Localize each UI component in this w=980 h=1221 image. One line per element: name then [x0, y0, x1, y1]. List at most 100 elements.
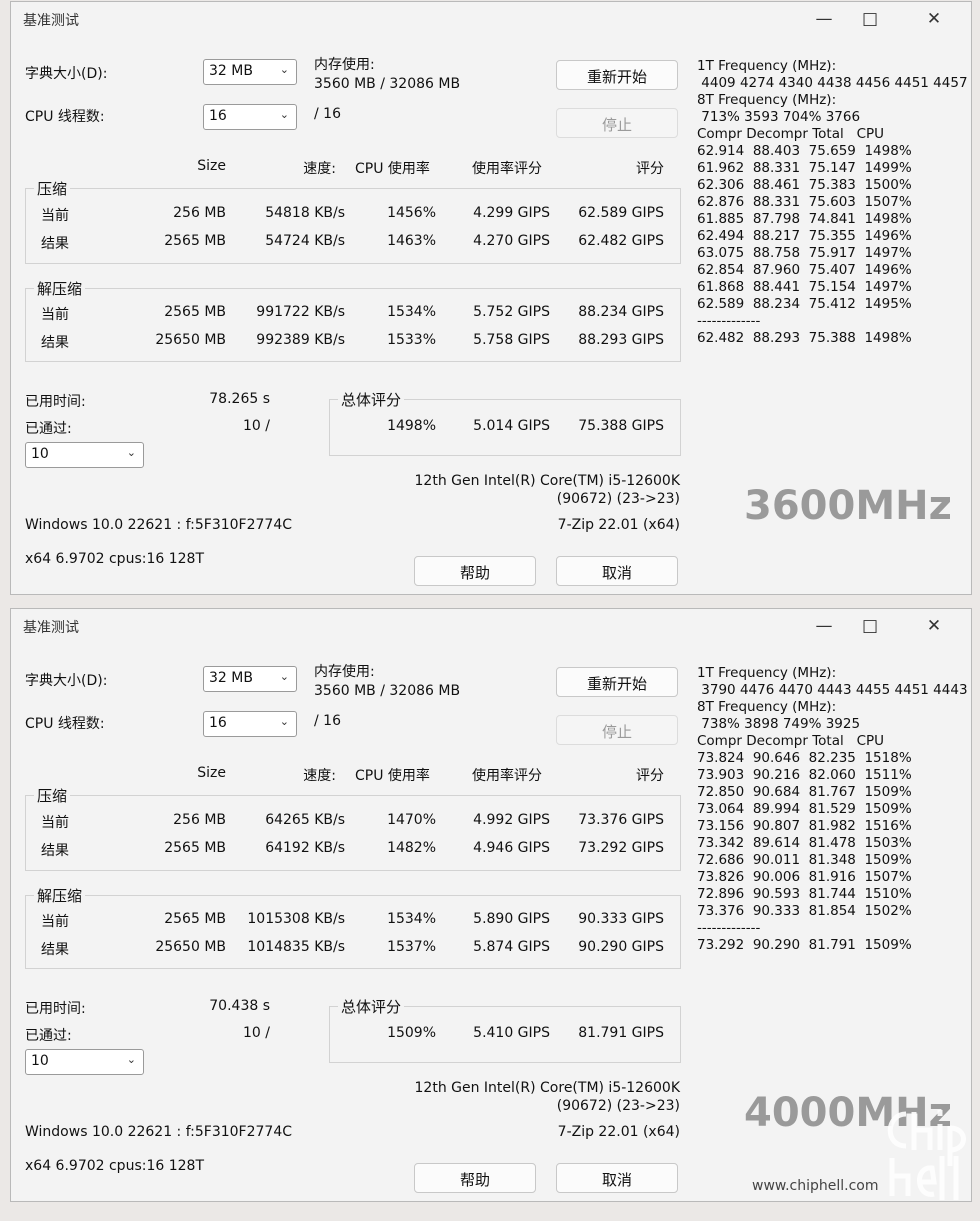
elapsed-value: 78.265 s [209, 391, 270, 407]
os-info: Windows 10.0 22621 : f:5F310F2774C [25, 517, 293, 533]
passed-value: 10 / [243, 1025, 270, 1041]
stats-row: 73.064 89.994 81.529 1509% [697, 801, 912, 817]
restart-button[interactable]: 重新开始 [556, 667, 678, 697]
row-label: 结果 [41, 335, 69, 351]
size-cell: 2565 MB [164, 233, 226, 249]
benchmark-window-1: 基准测试 — □ ✕ 字典大小(D): 32 MB ⌄ 内存使用: 3560 M… [10, 1, 972, 595]
minimize-icon[interactable]: — [801, 613, 847, 639]
cpu-id: (90672) (23->23) [556, 491, 680, 507]
cpu-threads-select[interactable]: 16 ⌄ [203, 711, 297, 737]
rating-cell: 88.293 GIPS [578, 332, 664, 348]
memory-usage-value: 3560 MB / 32086 MB [314, 76, 461, 92]
elapsed-label: 已用时间: [25, 394, 86, 410]
stats-row: 62.306 88.461 75.383 1500% [697, 177, 912, 193]
total-rating-label: 总体评分 [338, 389, 405, 410]
close-icon[interactable]: ✕ [911, 613, 957, 639]
passes-select[interactable]: 10 ⌄ [25, 1049, 144, 1075]
stats-summary: 62.482 88.293 75.388 1498% [697, 330, 912, 346]
cpu-cell: 1463% [387, 233, 436, 249]
header-size: Size [197, 765, 226, 781]
cpu-name: 12th Gen Intel(R) Core(TM) i5-12600K [414, 1080, 680, 1096]
minimize-icon[interactable]: — [801, 6, 847, 32]
rating-cell: 73.376 GIPS [578, 812, 664, 828]
stop-button[interactable]: 停止 [556, 715, 678, 745]
cpu-cell: 1537% [387, 939, 436, 955]
memory-usage-label: 内存使用: [314, 57, 375, 73]
stop-button[interactable]: 停止 [556, 108, 678, 138]
title-bar[interactable]: 基准测试 — □ ✕ [11, 609, 971, 643]
maximize-icon[interactable]: □ [847, 613, 893, 639]
help-button[interactable]: 帮助 [414, 556, 536, 586]
stats-panel: 1T Frequency (MHz): 3790 4476 4470 4443 … [697, 665, 968, 954]
usage-cell: 4.299 GIPS [473, 205, 550, 221]
close-icon[interactable]: ✕ [911, 6, 957, 32]
speed-cell: 64192 KB/s [265, 840, 345, 856]
size-cell: 25650 MB [155, 939, 226, 955]
freq8-values: 738% 3898 749% 3925 [697, 716, 861, 732]
row-label: 当前 [41, 307, 69, 323]
passed-label: 已通过: [25, 421, 72, 437]
maximize-icon[interactable]: □ [847, 6, 893, 32]
cpu-cell: 1533% [387, 332, 436, 348]
chevron-down-icon: ⌄ [279, 108, 289, 121]
header-rating: 评分 [636, 161, 664, 177]
speed-cell: 991722 KB/s [256, 304, 345, 320]
passes-select[interactable]: 10 ⌄ [25, 442, 144, 468]
cancel-button[interactable]: 取消 [556, 556, 678, 586]
passes-value: 10 [31, 446, 49, 462]
stats-row: 73.826 90.006 81.916 1507% [697, 869, 912, 885]
frequency-watermark: 3600MHz [744, 483, 952, 529]
header-usage-rating: 使用率评分 [472, 161, 542, 177]
size-cell: 256 MB [173, 812, 226, 828]
compress-group: 压缩 [25, 785, 681, 871]
stats-row: 73.342 89.614 81.478 1503% [697, 835, 912, 851]
chiphell-logo [887, 1110, 966, 1200]
restart-button[interactable]: 重新开始 [556, 60, 678, 90]
version-info: 7-Zip 22.01 (x64) [557, 1124, 680, 1140]
os-info: Windows 10.0 22621 : f:5F310F2774C [25, 1124, 293, 1140]
stats-row: 72.686 90.011 81.348 1509% [697, 852, 912, 868]
cpu-threads-max: / 16 [314, 713, 341, 729]
chevron-down-icon: ⌄ [279, 670, 289, 683]
cpu-threads-select[interactable]: 16 ⌄ [203, 104, 297, 130]
decompress-label: 解压缩 [34, 278, 86, 299]
system-info: x64 6.9702 cpus:16 128T [25, 551, 204, 567]
header-speed: 速度: [303, 161, 336, 177]
stats-row: 61.885 87.798 74.841 1498% [697, 211, 912, 227]
chevron-down-icon: ⌄ [126, 1053, 136, 1066]
elapsed-value: 70.438 s [209, 998, 270, 1014]
chevron-down-icon: ⌄ [279, 63, 289, 76]
version-info: 7-Zip 22.01 (x64) [557, 517, 680, 533]
dict-size-label: 字典大小(D): [25, 66, 108, 82]
title-bar[interactable]: 基准测试 — □ ✕ [11, 2, 971, 36]
row-label: 结果 [41, 942, 69, 958]
header-rating: 评分 [636, 768, 664, 784]
row-label: 结果 [41, 843, 69, 859]
cpu-name: 12th Gen Intel(R) Core(TM) i5-12600K [414, 473, 680, 489]
cpu-threads-value: 16 [209, 108, 227, 124]
dict-size-select[interactable]: 32 MB ⌄ [203, 59, 297, 85]
passed-label: 已通过: [25, 1028, 72, 1044]
stats-row: 62.494 88.217 75.355 1496% [697, 228, 912, 244]
stats-row: 63.075 88.758 75.917 1497% [697, 245, 912, 261]
help-button[interactable]: 帮助 [414, 1163, 536, 1193]
stats-row: 73.156 90.807 81.982 1516% [697, 818, 912, 834]
cancel-button[interactable]: 取消 [556, 1163, 678, 1193]
usage-cell: 5.752 GIPS [473, 304, 550, 320]
decompress-label: 解压缩 [34, 885, 86, 906]
stats-row: 62.854 87.960 75.407 1496% [697, 262, 912, 278]
stats-row: 73.376 90.333 81.854 1502% [697, 903, 912, 919]
window-title: 基准测试 [23, 620, 79, 636]
site-url: www.chiphell.com [752, 1178, 879, 1194]
compress-label: 压缩 [34, 785, 71, 806]
total-usage-rating: 5.014 GIPS [473, 418, 550, 434]
dict-size-select[interactable]: 32 MB ⌄ [203, 666, 297, 692]
freq8-label: 8T Frequency (MHz): [697, 92, 837, 108]
freq1-values: 3790 4476 4470 4443 4455 4451 4443 [697, 682, 968, 698]
speed-cell: 992389 KB/s [256, 332, 345, 348]
cpu-threads-value: 16 [209, 715, 227, 731]
cpu-threads-label: CPU 线程数: [25, 109, 105, 125]
speed-cell: 1015308 KB/s [247, 911, 345, 927]
cpu-cell: 1534% [387, 911, 436, 927]
usage-cell: 4.270 GIPS [473, 233, 550, 249]
